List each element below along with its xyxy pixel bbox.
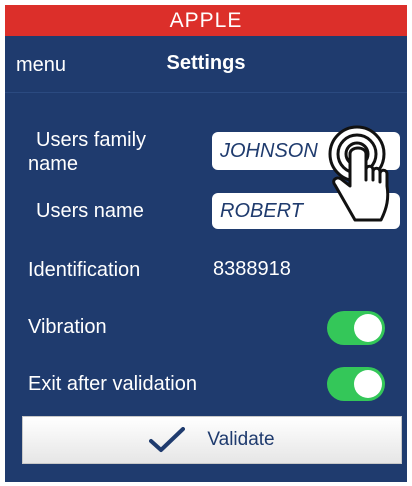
identification-label: Identification	[28, 259, 141, 281]
page-title: Settings	[166, 52, 246, 74]
users-name-label: Users name	[36, 200, 144, 222]
banner-title: APPLE	[169, 8, 243, 32]
vibration-toggle[interactable]	[327, 311, 385, 345]
family-name-value: JOHNSON	[220, 139, 318, 162]
identification-value: 8388918	[213, 258, 291, 280]
navigation-bar: menu Settings	[5, 36, 407, 93]
app-banner: APPLE	[5, 5, 407, 36]
toggle-knob	[354, 314, 382, 342]
checkmark-icon	[149, 427, 186, 452]
toggle-knob	[354, 370, 382, 398]
vibration-label: Vibration	[28, 316, 107, 338]
settings-panel: menu Settings Users family name JOHNSON …	[5, 36, 407, 482]
users-name-value: ROBERT	[220, 199, 303, 222]
family-name-label: Users family name	[28, 129, 147, 175]
validate-button[interactable]: Validate	[22, 416, 402, 464]
validate-label: Validate	[207, 429, 275, 450]
tap-hand-icon	[328, 125, 390, 222]
exit-after-validation-toggle[interactable]	[327, 367, 385, 401]
exit-after-validation-label: Exit after validation	[28, 373, 197, 395]
